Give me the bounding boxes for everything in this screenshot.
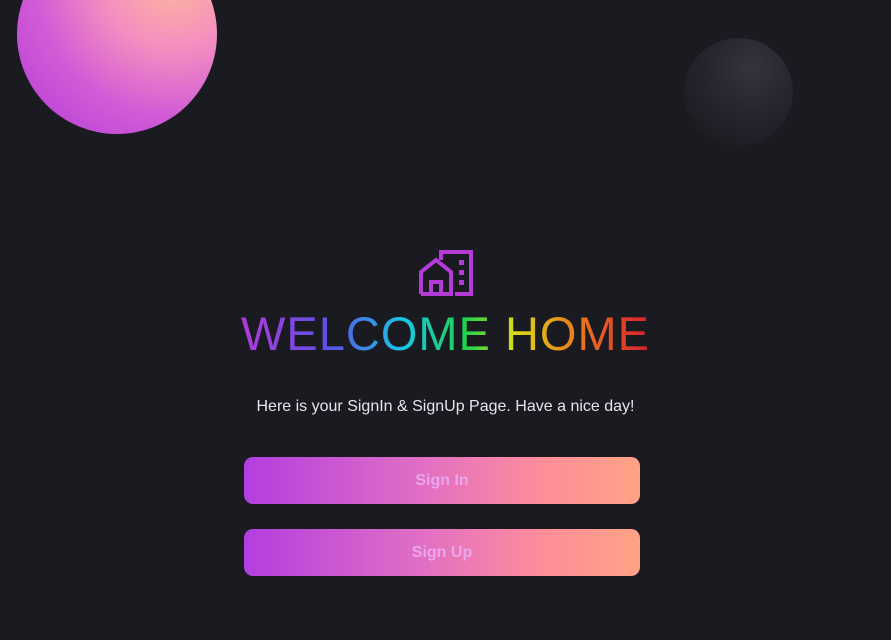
sign-in-button[interactable]: Sign In (244, 457, 640, 504)
sign-up-button[interactable]: Sign Up (244, 529, 640, 576)
page-subtitle: Here is your SignIn & SignUp Page. Have … (256, 398, 635, 415)
welcome-page: WELCOME HOME Here is your SignIn & SignU… (0, 0, 891, 640)
decorative-dark-orb (684, 38, 793, 146)
house-building-icon (418, 250, 473, 296)
page-title: WELCOME HOME (241, 307, 650, 360)
hero-section: WELCOME HOME Here is your SignIn & SignU… (0, 248, 891, 417)
decorative-pink-orb (17, 0, 217, 134)
